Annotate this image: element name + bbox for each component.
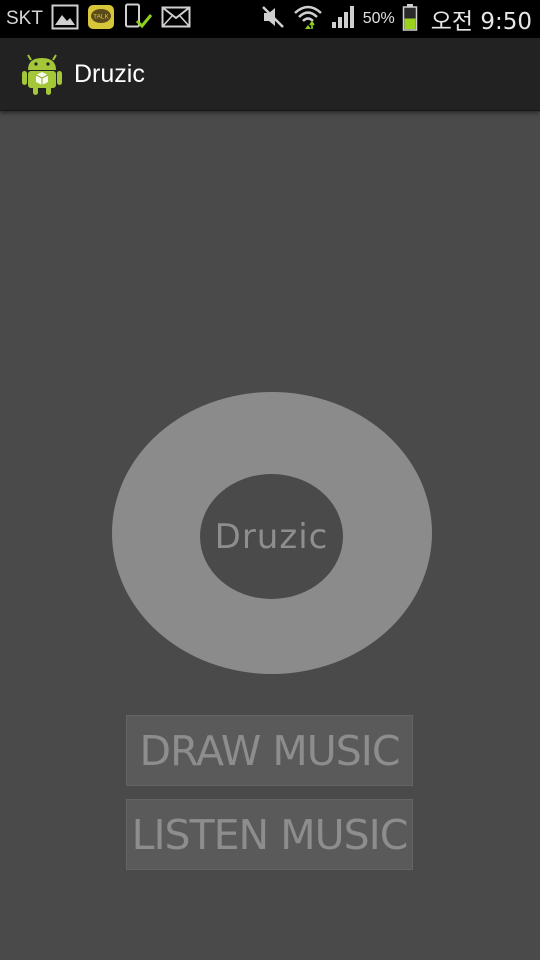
mail-icon bbox=[161, 6, 191, 32]
battery-fill bbox=[404, 18, 416, 29]
signal-icon bbox=[330, 4, 356, 34]
gallery-icon bbox=[51, 4, 79, 34]
device-check-icon bbox=[123, 3, 153, 35]
wifi-icon bbox=[293, 3, 323, 35]
android-icon[interactable] bbox=[22, 52, 62, 96]
clock: 오전 9:50 bbox=[430, 9, 532, 35]
listen-music-button[interactable]: LISTEN MUSIC bbox=[126, 799, 413, 870]
status-bar: SKT TALK 50% 오전 9:50 bbox=[0, 0, 540, 38]
app-screen: SKT TALK 50% 오전 9:50 Druzic Druzic DRAW … bbox=[0, 0, 540, 960]
kakaotalk-icon: TALK bbox=[87, 4, 115, 34]
status-left: SKT TALK bbox=[6, 0, 191, 38]
battery-percent: 50% bbox=[362, 10, 395, 27]
draw-music-button[interactable]: DRAW MUSIC bbox=[126, 715, 413, 786]
kakaotalk-label: TALK bbox=[93, 14, 109, 21]
carrier-label: SKT bbox=[6, 8, 43, 29]
druzic-logo: Druzic bbox=[112, 392, 432, 674]
battery-icon bbox=[402, 3, 418, 35]
status-right: 50% 오전 9:50 bbox=[260, 0, 532, 38]
mute-icon bbox=[260, 4, 286, 34]
action-bar: Druzic bbox=[0, 38, 540, 111]
app-title: Druzic bbox=[74, 60, 145, 88]
logo-text: Druzic bbox=[214, 516, 329, 557]
